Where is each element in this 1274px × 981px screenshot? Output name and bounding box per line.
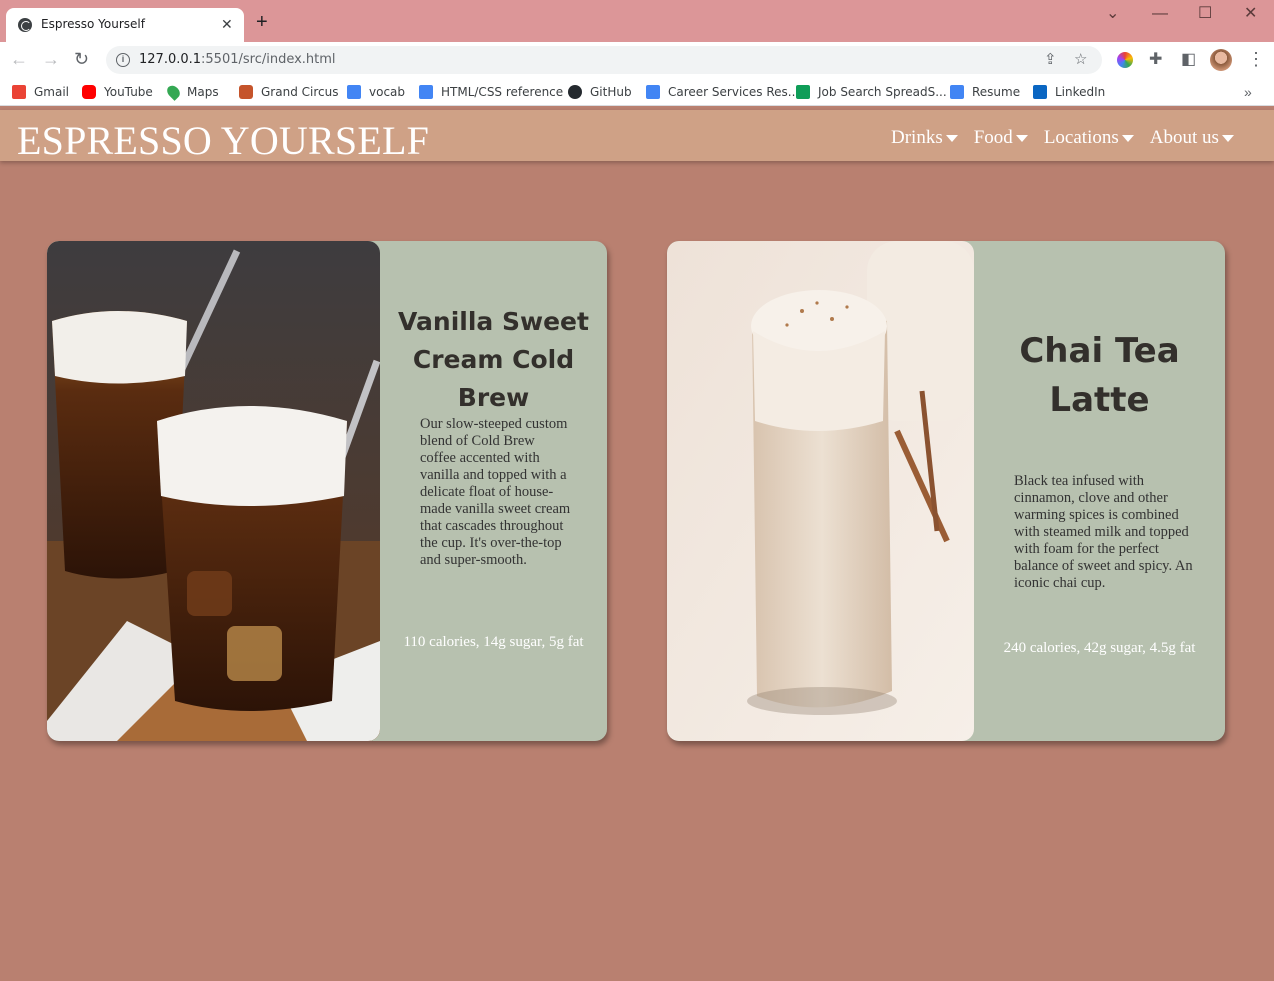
- close-tab-icon[interactable]: ✕: [221, 15, 233, 33]
- bookmark-vocab[interactable]: vocab: [347, 83, 405, 101]
- extensions-puzzle-icon[interactable]: ✚: [1149, 50, 1162, 70]
- maximize-button[interactable]: ☐: [1198, 4, 1212, 24]
- card-text-panel: Vanilla Sweet Cream Cold Brew Our slow-s…: [380, 241, 607, 741]
- url-host: 127.0.0.1: [139, 52, 202, 67]
- nav-food[interactable]: Food: [974, 127, 1028, 149]
- bookmark-label: Maps: [187, 85, 219, 99]
- github-icon: [568, 85, 582, 99]
- bookmark-star-icon[interactable]: ☆: [1074, 51, 1087, 69]
- bookmark-github[interactable]: GitHub: [568, 83, 632, 101]
- minimize-button[interactable]: —: [1152, 4, 1168, 24]
- share-icon[interactable]: ⇪: [1044, 51, 1057, 69]
- gmail-icon: [12, 85, 26, 99]
- globe-icon: [18, 18, 32, 32]
- address-bar[interactable]: i 127.0.0.1:5501/src/index.html ⇪ ☆: [106, 46, 1102, 74]
- url-path: :5501/src/index.html: [201, 52, 336, 67]
- caret-down-icon: [945, 134, 958, 142]
- sheets-icon: [796, 85, 810, 99]
- bookmark-maps[interactable]: Maps: [164, 83, 219, 101]
- caret-down-icon: [1121, 134, 1134, 142]
- nav-about-us[interactable]: About us: [1150, 127, 1234, 149]
- side-panel-icon[interactable]: ◧: [1181, 50, 1196, 70]
- site-header: ESPRESSO YOURSELF Drinks Food Locations …: [0, 110, 1274, 163]
- bookmark-career-services[interactable]: Career Services Res...: [646, 83, 799, 101]
- card-title: Vanilla Sweet Cream Cold Brew: [398, 307, 589, 412]
- maps-icon: [164, 83, 183, 101]
- card-description: Black tea infused with cinnamon, clove a…: [1014, 473, 1193, 591]
- bookmark-label: Grand Circus: [261, 85, 339, 99]
- browser-toolbar: ← → ↻ i 127.0.0.1:5501/src/index.html ⇪ …: [0, 42, 1274, 78]
- docs-icon: [347, 85, 361, 99]
- bookmark-label: vocab: [369, 85, 406, 99]
- reload-button[interactable]: ↻: [74, 49, 89, 69]
- bookmark-linkedin[interactable]: LinkedIn: [1033, 83, 1105, 101]
- bookmark-label: Resume: [972, 85, 1021, 99]
- site-info-icon[interactable]: i: [116, 53, 130, 67]
- forward-button[interactable]: →: [42, 49, 60, 69]
- bookmark-grand-circus[interactable]: Grand Circus: [239, 83, 338, 101]
- product-card-cold-brew: Vanilla Sweet Cream Cold Brew Our slow-s…: [47, 241, 607, 741]
- color-extension-icon[interactable]: [1117, 52, 1133, 68]
- bookmark-label: YouTube: [104, 85, 153, 99]
- close-window-button[interactable]: ✕: [1244, 4, 1257, 24]
- bookmark-label: HTML/CSS reference: [441, 85, 564, 99]
- docs-icon: [950, 85, 964, 99]
- more-bookmarks-icon[interactable]: »: [1244, 84, 1252, 100]
- browser-menu-icon[interactable]: ⋮: [1247, 49, 1265, 69]
- nav-drinks[interactable]: Drinks: [891, 127, 958, 149]
- nav-label: Food: [973, 127, 1013, 148]
- card-nutrition: 110 calories, 14g sugar, 5g fat: [403, 634, 584, 650]
- page-body: ESPRESSO YOURSELF Drinks Food Locations …: [0, 110, 1274, 981]
- browser-tab[interactable]: Espresso Yourself ✕: [6, 8, 244, 42]
- chai-latte-photo: [667, 241, 974, 741]
- bookmark-job-search[interactable]: Job Search SpreadS...: [796, 83, 947, 101]
- site-title: ESPRESSO YOURSELF: [17, 118, 430, 163]
- card-description: Our slow-steeped custom blend of Cold Br…: [420, 416, 571, 568]
- nav-label: About us: [1149, 127, 1219, 148]
- card-text-panel: Chai Tea Latte Black tea infused with ci…: [974, 241, 1225, 741]
- card-nutrition: 240 calories, 42g sugar, 4.5g fat: [1003, 640, 1196, 656]
- tab-strip: Espresso Yourself ✕ + ⌄ — ☐ ✕: [0, 0, 1274, 42]
- docs-icon: [646, 85, 660, 99]
- docs-icon: [419, 85, 433, 99]
- new-tab-button[interactable]: +: [256, 12, 268, 32]
- profile-avatar[interactable]: [1210, 49, 1232, 71]
- nav-label: Drinks: [891, 127, 943, 148]
- site-nav: Drinks Food Locations About us: [891, 127, 1250, 149]
- tab-search-icon[interactable]: ⌄: [1106, 4, 1119, 24]
- caret-down-icon: [1221, 134, 1234, 142]
- bookmark-label: GitHub: [590, 85, 632, 99]
- cold-brew-photo: [47, 241, 380, 741]
- bookmark-label: Gmail: [34, 85, 70, 99]
- bookmark-label: Job Search SpreadS...: [818, 85, 947, 99]
- bookmark-html-css-reference[interactable]: HTML/CSS reference: [419, 83, 563, 101]
- nav-label: Locations: [1043, 127, 1119, 148]
- bookmark-label: LinkedIn: [1055, 85, 1106, 99]
- tab-title: Espresso Yourself: [41, 17, 145, 31]
- linkedin-icon: [1033, 85, 1047, 99]
- bookmark-label: Career Services Res...: [668, 85, 800, 99]
- nav-locations[interactable]: Locations: [1044, 127, 1134, 149]
- caret-down-icon: [1015, 134, 1028, 142]
- url-text: 127.0.0.1:5501/src/index.html: [139, 52, 336, 67]
- product-card-chai-latte: Chai Tea Latte Black tea infused with ci…: [667, 241, 1225, 741]
- bookmark-youtube[interactable]: YouTube: [82, 83, 153, 101]
- grand-circus-icon: [239, 85, 253, 99]
- card-title: Chai Tea Latte: [1019, 331, 1180, 420]
- bookmark-resume[interactable]: Resume: [950, 83, 1020, 101]
- back-button[interactable]: ←: [10, 49, 28, 69]
- youtube-icon: [82, 85, 96, 99]
- bookmarks-bar: Gmail YouTube Maps Grand Circus vocab HT…: [0, 78, 1274, 106]
- bookmark-gmail[interactable]: Gmail: [12, 83, 69, 101]
